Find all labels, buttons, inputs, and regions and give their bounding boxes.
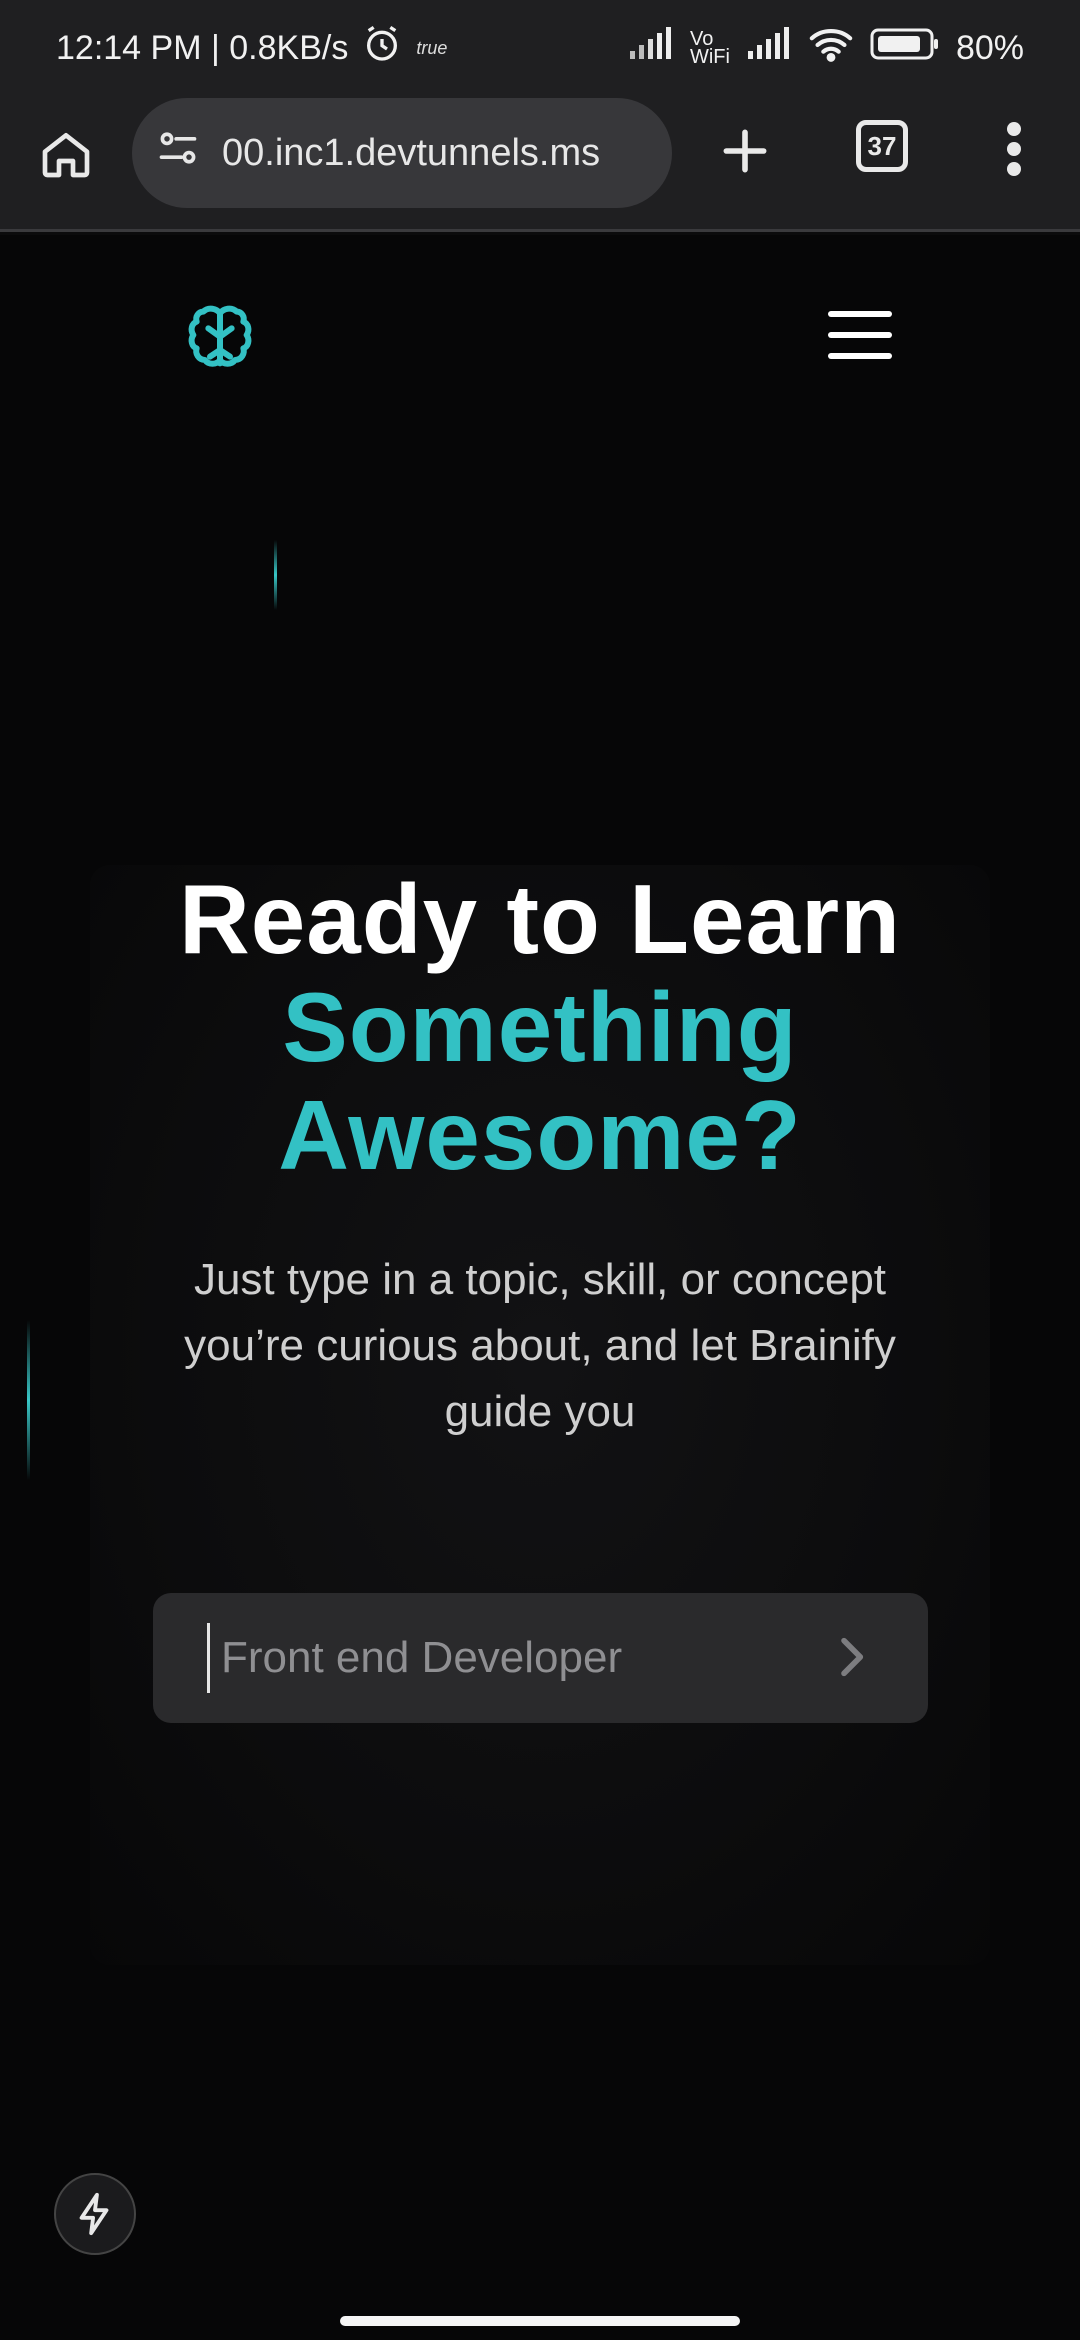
decorative-streak (274, 540, 277, 610)
gesture-nav-handle[interactable] (340, 2316, 740, 2326)
address-bar[interactable]: 00.inc1.devtunnels.ms (132, 98, 672, 208)
status-carrier-tag: true (416, 37, 448, 58)
signal-2-icon (746, 26, 792, 70)
web-page: Ready to Learn Something Awesome? Just t… (0, 235, 1080, 2340)
tab-switcher-button[interactable]: 37 (856, 120, 908, 172)
status-bar: 12:14 PM | 0.8KB/s true Vo WiFi 80% (0, 0, 1080, 96)
tab-count: 37 (867, 130, 897, 161)
text-caret (207, 1623, 210, 1693)
hero-headline: Ready to Learn Something Awesome? (0, 865, 1080, 1189)
status-time: 12:14 PM | 0.8KB/s (56, 28, 349, 67)
url-text[interactable]: 00.inc1.devtunnels.ms (222, 132, 600, 175)
battery-icon (870, 27, 940, 70)
home-icon (42, 133, 90, 178)
submit-button[interactable] (823, 1629, 879, 1685)
lightning-bolt-icon (79, 2192, 109, 2236)
wifi-icon (808, 26, 854, 71)
site-settings-icon[interactable] (156, 126, 200, 180)
quick-action-button[interactable] (54, 2173, 136, 2255)
brain-icon[interactable] (180, 300, 260, 380)
alarm-icon (362, 24, 402, 73)
new-tab-button[interactable] (710, 116, 780, 186)
headline-line-2: Something (282, 972, 798, 1082)
vowifi-bottom: WiFi (689, 46, 730, 68)
browser-toolbar: 00.inc1.devtunnels.ms 37 (0, 96, 1080, 232)
decorative-streak (27, 1320, 30, 1480)
topic-search-input[interactable] (219, 1623, 779, 1693)
overflow-menu-button[interactable] (994, 114, 1034, 184)
plus-icon (723, 129, 767, 173)
status-left: 12:14 PM | 0.8KB/s true (56, 24, 447, 73)
chevron-right-icon (841, 1637, 864, 1677)
home-button[interactable] (34, 122, 98, 186)
vowifi-label: Vo WiFi (689, 29, 730, 68)
battery-percent: 80% (955, 28, 1024, 67)
status-right: Vo WiFi 80% (628, 26, 1024, 71)
hero-subtitle: Just type in a topic, skill, or concept … (184, 1255, 896, 1436)
more-vertical-icon (1007, 122, 1021, 176)
hamburger-menu-icon[interactable] (828, 309, 894, 361)
headline-line-1: Ready to Learn (179, 864, 901, 974)
headline-line-3: Awesome? (278, 1080, 802, 1190)
topic-search-box[interactable] (153, 1593, 928, 1723)
signal-icon (628, 26, 674, 70)
